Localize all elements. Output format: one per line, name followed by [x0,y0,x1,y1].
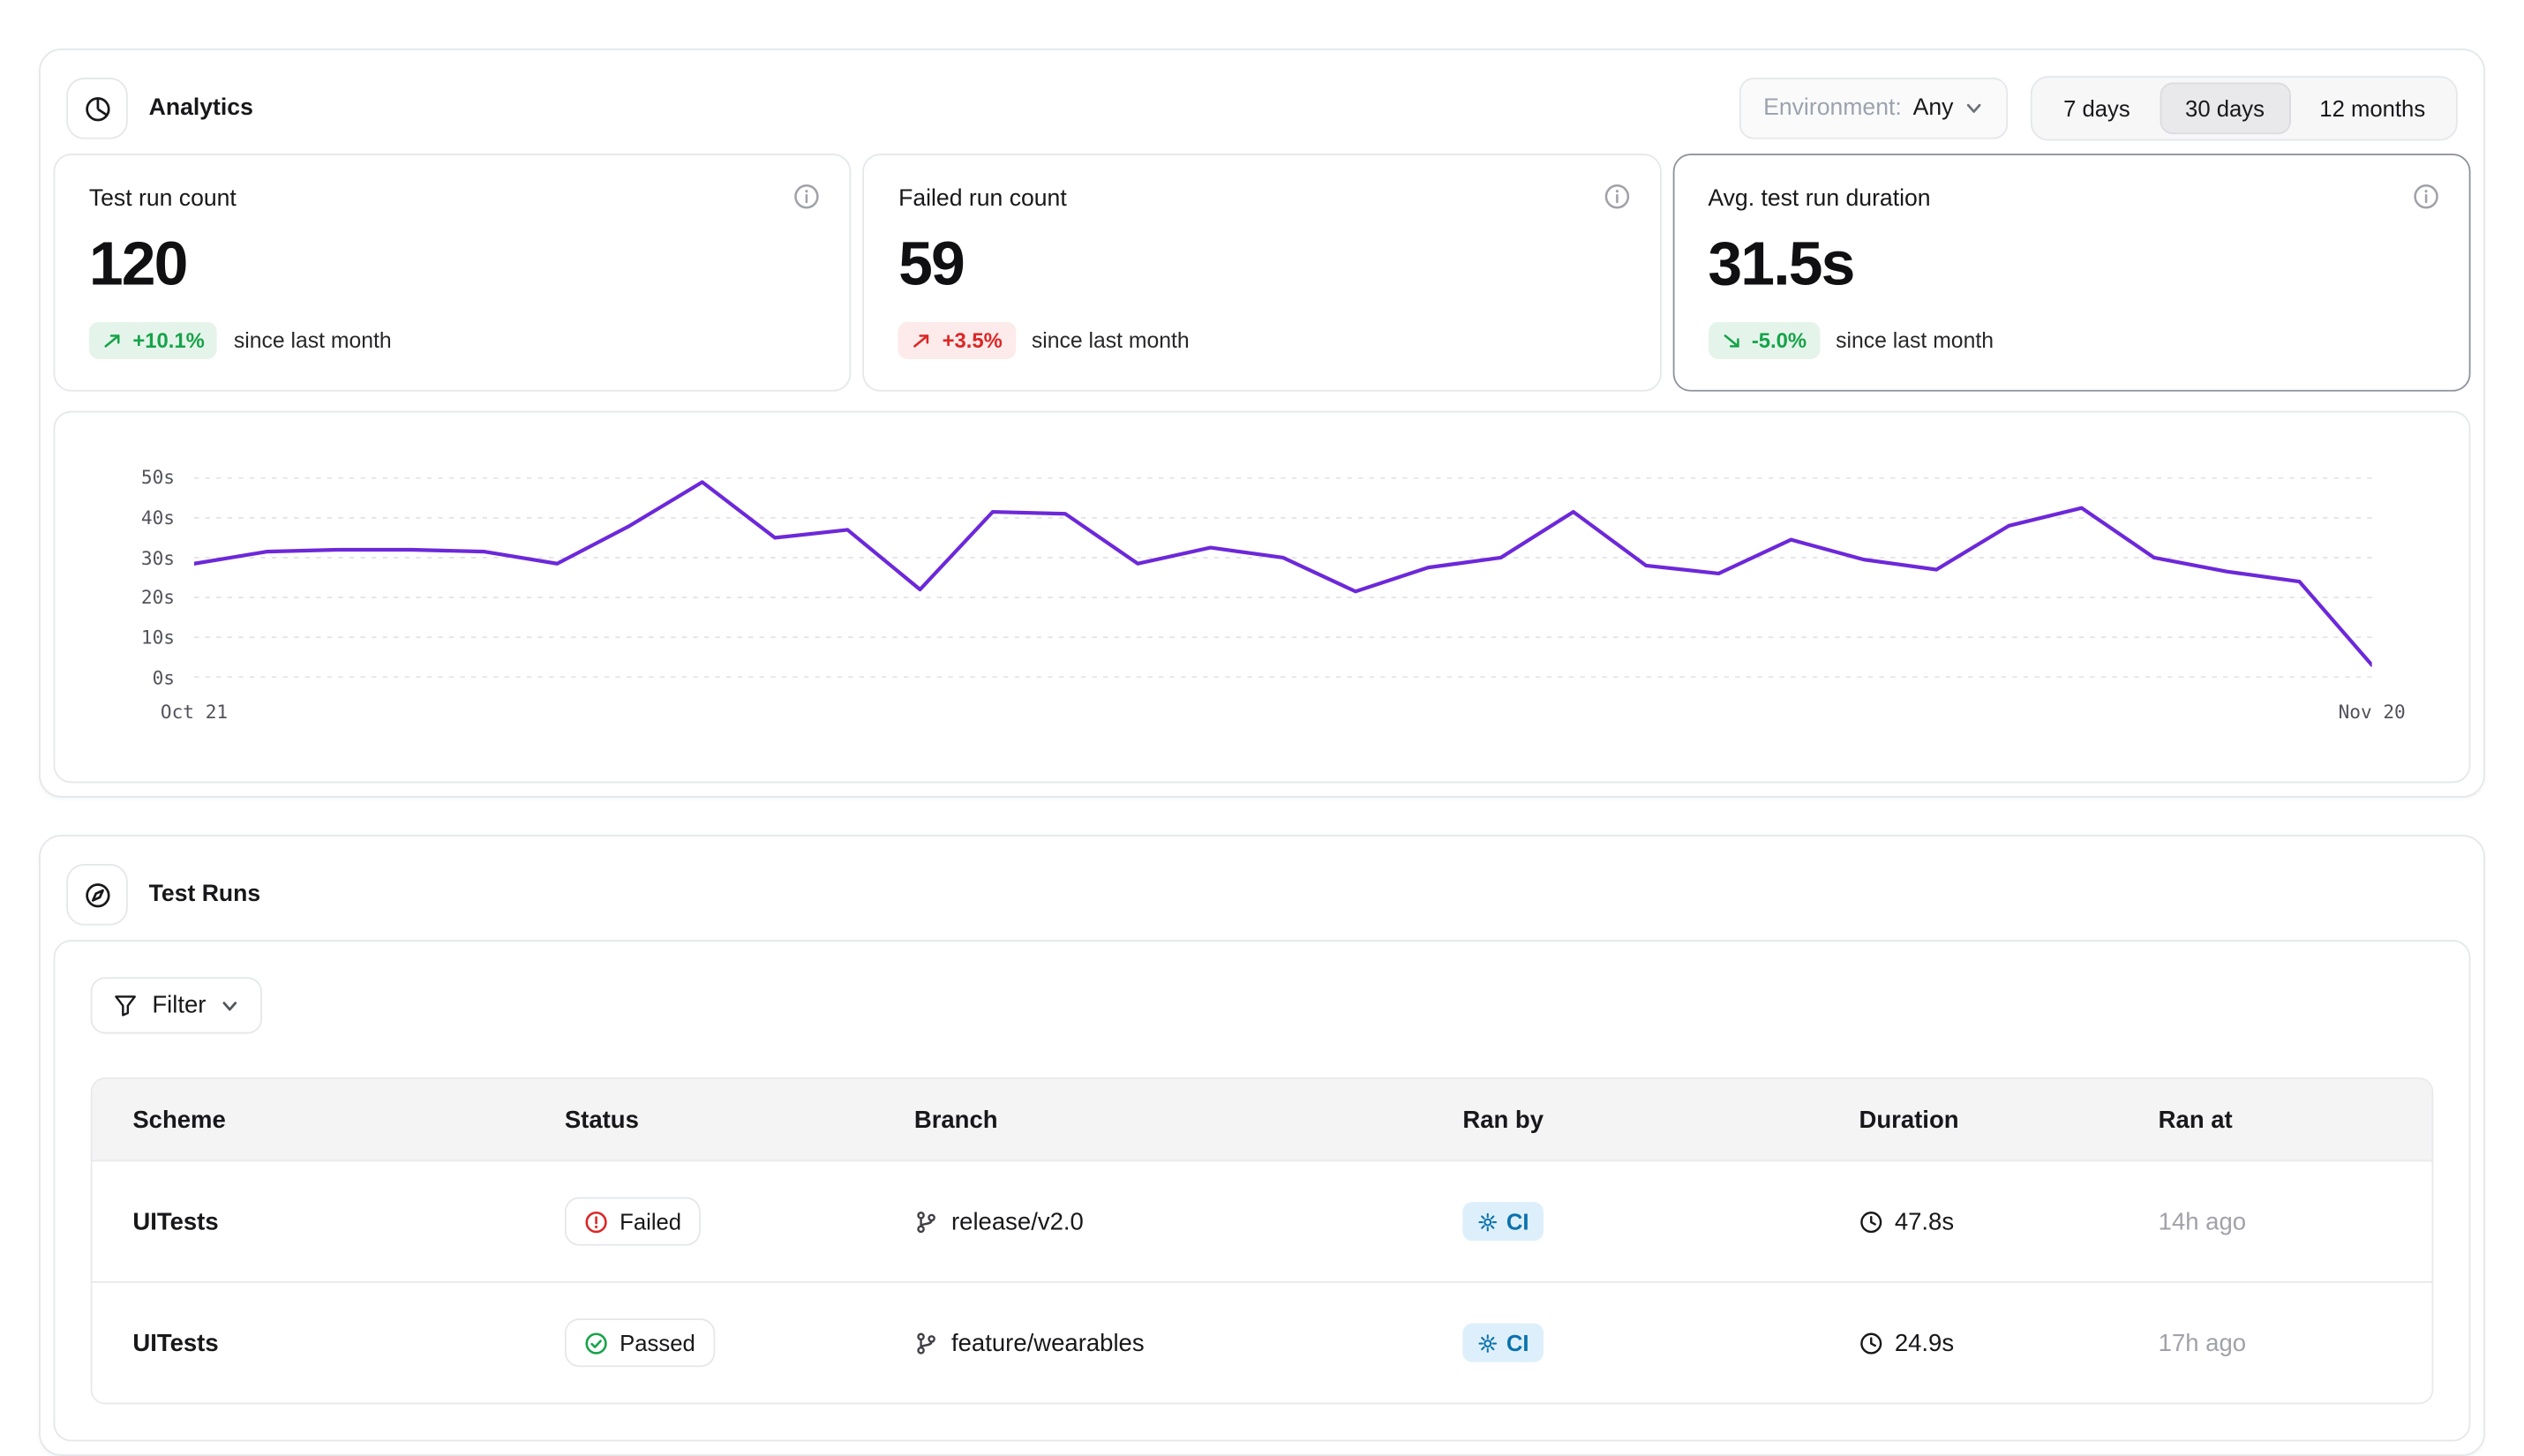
test-runs-title: Test Runs [149,882,261,907]
gauge-icon [83,881,110,908]
table-row[interactable]: UITests Passed [92,1281,2431,1402]
chevron-down-icon [221,995,240,1015]
info-circle-icon[interactable] [793,183,821,210]
stat-card-test-run-count: Test run count 120 [53,154,851,391]
column-header-duration: Duration [1859,1106,2158,1133]
check-circle-icon [584,1331,608,1355]
clock-icon [1859,1331,1883,1355]
column-header-scheme: Scheme [92,1106,564,1133]
delta-badge: +3.5% [898,322,1015,359]
y-axis-tick: 0s [153,666,175,689]
ran-at-value: 17h ago [2159,1329,2432,1356]
delta-value: -5.0% [1752,328,1807,352]
alert-circle-icon [584,1209,608,1234]
y-axis-tick: 20s [141,586,175,609]
column-header-status: Status [565,1106,914,1133]
ran-at-value: 14h ago [2159,1208,2432,1235]
scheme-cell: UITests [92,1208,564,1235]
stat-caption: since last month [1836,328,1994,352]
trending-up-icon [101,330,123,351]
environment-select[interactable]: Environment: Any [1739,78,2009,139]
status-badge-passed: Passed [565,1318,715,1367]
ran-by-badge: CI [1462,1324,1544,1362]
branch-name: feature/wearables [951,1329,1145,1356]
table-header-row: Scheme Status Branch Ran by Duration Ran… [92,1079,2431,1160]
test-runs-panel: Test Runs Filter [39,835,2485,1456]
range-30-days[interactable]: 30 days [2160,82,2291,134]
stat-caption: since last month [234,328,392,352]
analytics-panel: Analytics Environment: Any 7 days [39,49,2485,798]
analytics-header: Analytics Environment: Any 7 days [53,63,2470,154]
page-root: Analytics Environment: Any 7 days [0,0,2524,1392]
trending-up-icon [912,330,933,351]
filter-button[interactable]: Filter [91,977,263,1033]
stat-card-avg-duration: Avg. test run duration 31.5s [1672,154,2470,391]
table-row[interactable]: UITests Failed [92,1160,2431,1280]
info-circle-icon[interactable] [2412,183,2439,210]
environment-label: Environment: [1763,95,1902,121]
status-badge-failed: Failed [565,1197,701,1246]
stat-value: 31.5s [1708,231,2435,301]
duration-line-chart [194,477,2372,678]
column-header-ran-by: Ran by [1462,1106,1859,1133]
stats-row: Test run count 120 [53,154,2470,391]
scheme-cell: UITests [92,1329,564,1356]
stat-value: 120 [89,231,816,301]
funnel-icon [113,994,137,1017]
y-axis-tick: 10s [141,627,175,649]
y-axis-tick: 50s [141,466,175,489]
duration-chart-card: 50s 40s 30s 20s 10s 0s Oct 21 Nov 20 [53,411,2470,784]
duration-value: 47.8s [1895,1208,1954,1235]
analytics-icon-button[interactable] [66,78,128,139]
test-runs-header: Test Runs [53,849,2470,940]
delta-value: +3.5% [943,328,1003,352]
delta-value: +10.1% [132,328,204,352]
column-header-branch: Branch [914,1106,1462,1133]
filter-label: Filter [152,992,206,1019]
stat-card-failed-run-count: Failed run count 59 [863,154,1661,391]
analytics-title: Analytics [149,95,253,121]
delta-badge: +10.1% [89,322,218,359]
git-branch-icon [914,1331,939,1355]
duration-value: 24.9s [1895,1329,1954,1356]
range-7-days[interactable]: 7 days [2038,82,2156,134]
git-branch-icon [914,1209,939,1234]
environment-value: Any [1913,95,1954,121]
info-circle-icon[interactable] [1603,183,1630,210]
stat-title: Avg. test run duration [1708,186,2435,212]
test-runs-icon-button[interactable] [66,864,128,926]
stat-value: 59 [898,231,1626,301]
y-axis-tick: 40s [141,506,175,529]
trending-down-icon [1721,330,1742,351]
delta-badge: -5.0% [1708,322,1819,359]
stat-title: Failed run count [898,186,1626,212]
clock-icon [1859,1209,1883,1234]
column-header-ran-at: Ran at [2159,1106,2432,1133]
stat-title: Test run count [89,186,816,212]
test-runs-table: Scheme Status Branch Ran by Duration Ran… [91,1077,2434,1404]
pie-chart-icon [83,94,110,122]
range-12-months[interactable]: 12 months [2294,82,2452,134]
ran-by-badge: CI [1462,1202,1544,1241]
x-axis-start-label: Oct 21 [161,701,228,724]
x-axis-labels: Oct 21 Nov 20 [194,701,2372,730]
range-segmented-control: 7 days 30 days 12 months [2031,76,2457,140]
ran-by-label: CI [1506,1208,1529,1234]
test-runs-body: Filter Scheme Status Branch Ran by Durat… [53,940,2470,1441]
gear-icon [1477,1332,1499,1354]
status-label: Passed [620,1330,695,1355]
x-axis-end-label: Nov 20 [2339,701,2406,724]
gear-icon [1477,1211,1499,1232]
ran-by-label: CI [1506,1330,1529,1355]
chevron-down-icon [1964,99,1984,118]
status-label: Failed [620,1208,681,1234]
y-axis-tick: 30s [141,546,175,569]
stat-caption: since last month [1032,328,1190,352]
branch-name: release/v2.0 [951,1208,1084,1235]
y-axis-labels: 50s 40s 30s 20s 10s 0s [123,477,175,678]
